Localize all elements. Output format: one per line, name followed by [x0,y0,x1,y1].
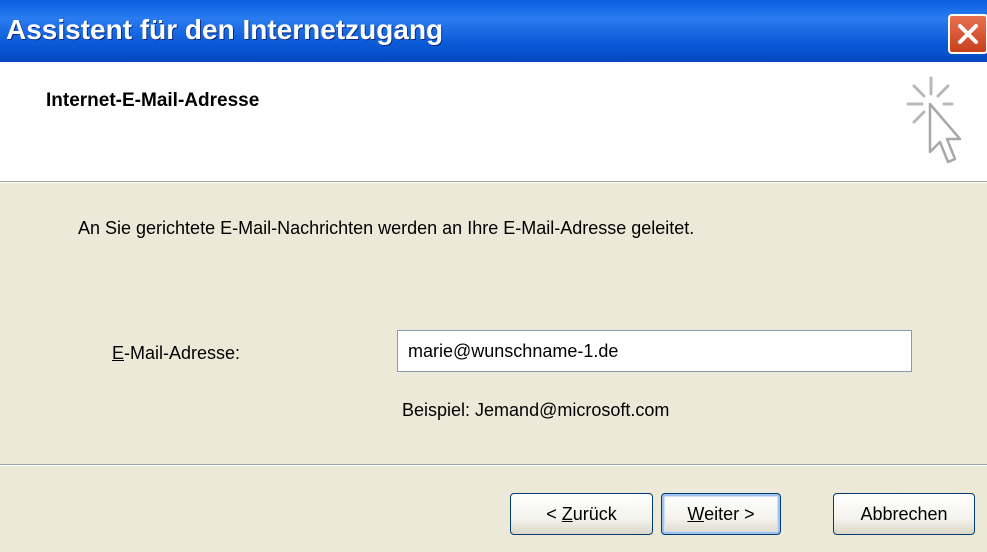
email-label: E-Mail-Adresse: [112,343,241,363]
close-button[interactable] [948,14,987,54]
close-icon [958,24,978,44]
description-text: An Sie gerichtete E-Mail-Nachrichten wer… [78,218,695,238]
title-bar: Assistent für den Internetzugang [0,0,987,62]
cancel-button[interactable]: Abbrechen [833,493,975,535]
example-text: Beispiel: Jemand@microsoft.com [402,400,670,420]
back-button[interactable]: < Zurück [510,493,653,535]
wizard-header: Internet-E-Mail-Adresse [0,62,987,181]
sparkle-cursor-icon [906,76,962,164]
window-title: Assistent für den Internetzugang [6,14,444,45]
next-button[interactable]: Weiter > [661,493,781,535]
page-title: Internet-E-Mail-Adresse [46,90,260,111]
email-field[interactable] [397,330,912,372]
